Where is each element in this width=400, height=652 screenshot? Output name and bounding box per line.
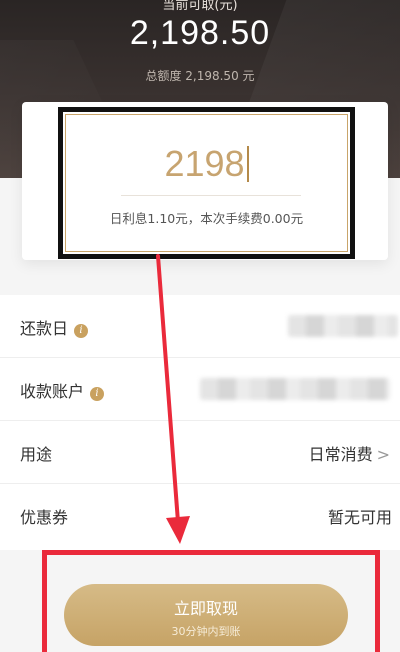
info-icon[interactable]: i xyxy=(90,387,105,401)
fee-info: 日利息1.10元，本次手续费0.00元 xyxy=(109,211,304,226)
withdraw-options-list: 还款日 i 收款账户 i 用途 日常消费 > 优惠券 暂无可用 xyxy=(0,295,400,550)
input-underline xyxy=(121,195,301,196)
redacted-account xyxy=(200,378,390,400)
total-limit: 总额度 2,198.50 元 xyxy=(145,69,255,83)
amount-value: 2198 xyxy=(164,143,245,184)
receive-account-label: 收款账户 i xyxy=(20,378,105,402)
withdraw-now-button[interactable]: 立即取现 30分钟内到账 xyxy=(64,584,348,646)
available-amount: 2,198.50 xyxy=(129,14,271,52)
row-receive-account[interactable]: 收款账户 i xyxy=(0,358,400,421)
amount-input-area[interactable]: 2198 日利息1.10元，本次手续费0.00元 xyxy=(65,114,348,252)
coupon-value: 暂无可用 xyxy=(327,508,392,527)
row-repay-date: 还款日 i xyxy=(0,295,400,358)
chevron-right-icon: > xyxy=(376,445,390,464)
repay-date-label: 还款日 i xyxy=(20,315,89,339)
withdraw-button-subtext: 30分钟内到账 xyxy=(171,625,241,638)
amount-input[interactable]: 2198 xyxy=(66,143,347,185)
withdraw-button-label: 立即取现 xyxy=(173,599,238,618)
info-icon[interactable]: i xyxy=(74,324,89,338)
row-coupon[interactable]: 优惠券 暂无可用 xyxy=(0,484,400,547)
redacted-repay-date xyxy=(288,315,398,337)
purpose-label: 用途 xyxy=(20,445,53,464)
row-purpose[interactable]: 用途 日常消费 > xyxy=(0,421,400,484)
available-label: 当前可取(元) xyxy=(162,0,238,13)
amount-highlight-box: 2198 日利息1.10元，本次手续费0.00元 xyxy=(58,107,355,259)
coupon-label: 优惠券 xyxy=(20,508,69,527)
purpose-value[interactable]: 日常消费 > xyxy=(309,441,390,465)
text-caret xyxy=(246,146,249,182)
